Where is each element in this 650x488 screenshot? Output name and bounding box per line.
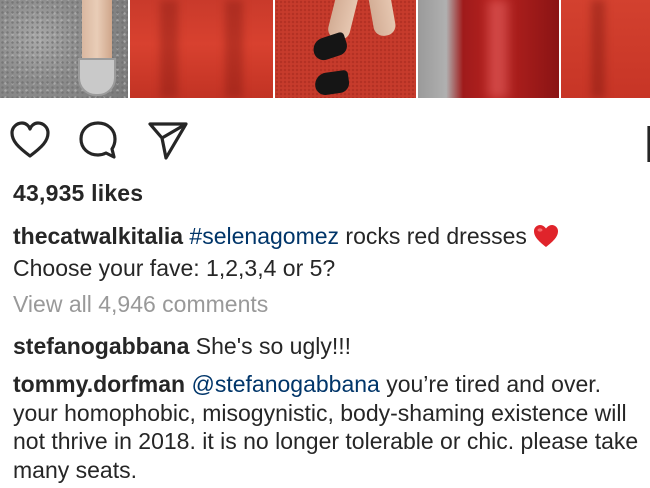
photo-panel-1 [0,0,128,98]
caption-line-2: Choose your fave: 1,2,3,4 or 5? [13,255,336,281]
heart-icon[interactable] [8,118,52,162]
comment-icon[interactable] [76,118,120,162]
caption-hashtag[interactable]: #selenagomez [189,223,339,249]
post-photo-collage[interactable] [0,0,650,98]
post-action-bar [0,118,650,164]
photo-panel-2 [130,0,273,98]
comment-username[interactable]: tommy.dorfman [13,371,185,397]
photo-panel-3 [275,0,416,98]
view-all-comments-link[interactable]: View all 4,946 comments [13,291,268,318]
photo-panel-4 [418,0,559,98]
comment-item: tommy.dorfman @stefanogabbana you’re tir… [13,370,649,484]
likes-count[interactable]: 43,935 likes [13,180,143,207]
bookmark-icon[interactable] [640,126,650,162]
red-heart-emoji [533,224,559,248]
caption-username[interactable]: thecatwalkitalia [13,223,183,249]
comment-item: stefanogabbana She's so ugly!!! [13,333,351,360]
photo-panel-5 [561,0,650,98]
comment-mention[interactable]: @stefanogabbana [191,371,379,397]
share-icon[interactable] [146,118,190,162]
comment-text: She's so ugly!!! [195,333,352,359]
caption-text: rocks red dresses [339,223,527,249]
comment-username[interactable]: stefanogabbana [13,333,189,359]
post-caption: thecatwalkitalia #selenagomez rocks red … [13,220,645,284]
